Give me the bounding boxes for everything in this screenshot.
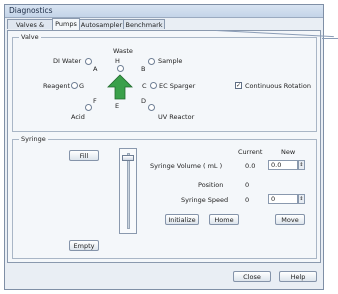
port-letter-d: D (141, 97, 147, 105)
tab-autosampler[interactable]: Autosampler (79, 19, 124, 29)
close-button[interactable]: Close (233, 271, 271, 282)
slider-thumb[interactable] (122, 155, 134, 161)
col-current-header: Current (238, 148, 263, 156)
port-reagent[interactable] (71, 82, 78, 89)
port-di-water[interactable] (85, 58, 92, 65)
port-letter-g: G (79, 82, 85, 90)
initialize-button[interactable]: Initialize (165, 214, 199, 225)
syringe-group-label: Syringe (19, 135, 48, 143)
tab-pumps[interactable]: Pumps (52, 18, 80, 30)
title-bar[interactable]: Diagnostics (5, 5, 323, 18)
port-label-ec-sparger: EC Sparger (159, 82, 196, 90)
port-sample[interactable] (148, 58, 155, 65)
tab-valves-flows[interactable]: Valves & Flows (7, 19, 53, 39)
port-label-sample: Sample (158, 57, 183, 65)
valve-group: Valve Waste H DI Water A Sample B Reagen… (12, 33, 317, 132)
fill-button[interactable]: Fill (69, 150, 99, 161)
port-label-acid: Acid (71, 113, 85, 121)
col-new-header: New (281, 148, 296, 156)
move-button[interactable]: Move (275, 214, 305, 225)
speed-current: 0 (245, 196, 250, 204)
continuous-rotation-label: Continuous Rotation (245, 82, 311, 90)
volume-current: 0.0 (245, 162, 256, 170)
port-label-uv-reactor: UV Reactor (158, 113, 195, 121)
diagnostics-window: Diagnostics Valves & Flows Pumps Autosam… (4, 4, 324, 290)
port-letter-c: C (142, 82, 147, 90)
port-letter-a: A (93, 65, 98, 73)
pumps-panel: Valve Waste H DI Water A Sample B Reagen… (7, 30, 321, 263)
volume-spinner[interactable]: ⇕ (298, 160, 305, 170)
help-button[interactable]: Help (279, 271, 317, 282)
continuous-rotation-checkbox[interactable]: ✓ (235, 82, 242, 89)
tab-strip: Valves & Flows Pumps Autosampler Benchma… (7, 18, 321, 39)
speed-spinner[interactable]: ⇕ (298, 194, 305, 204)
speed-new-input[interactable]: 0 (268, 194, 298, 204)
port-waste[interactable] (117, 65, 124, 72)
home-button[interactable]: Home (209, 214, 239, 225)
port-label-reagent: Reagent (43, 82, 70, 90)
port-label-waste: Waste (113, 47, 133, 55)
port-acid[interactable] (85, 104, 92, 111)
syringe-group: Syringe Fill Empty Current New Syringe V… (12, 135, 317, 259)
slider-track (127, 153, 130, 229)
callout-line-end (322, 38, 338, 39)
port-letter-b: B (141, 65, 146, 73)
position-value: 0 (245, 181, 250, 189)
port-letter-e: E (115, 102, 120, 110)
port-label-di-water: DI Water (53, 57, 82, 65)
syringe-slider[interactable] (119, 148, 137, 234)
volume-label: Syringe Volume ( mL ) (150, 162, 223, 170)
port-letter-f: F (93, 97, 97, 105)
position-label: Position (198, 181, 224, 189)
port-uv-reactor[interactable] (148, 104, 155, 111)
volume-new-input[interactable]: 0.0 (268, 160, 298, 170)
valve-group-label: Valve (19, 33, 41, 41)
port-ec-sparger[interactable] (150, 82, 157, 89)
speed-label: Syringe Speed (181, 196, 229, 204)
port-letter-h: H (115, 57, 120, 65)
valve-position-arrow-icon (107, 74, 133, 100)
window-title: Diagnostics (9, 6, 53, 15)
tab-benchmark[interactable]: Benchmark (123, 19, 165, 29)
empty-button[interactable]: Empty (69, 240, 99, 251)
